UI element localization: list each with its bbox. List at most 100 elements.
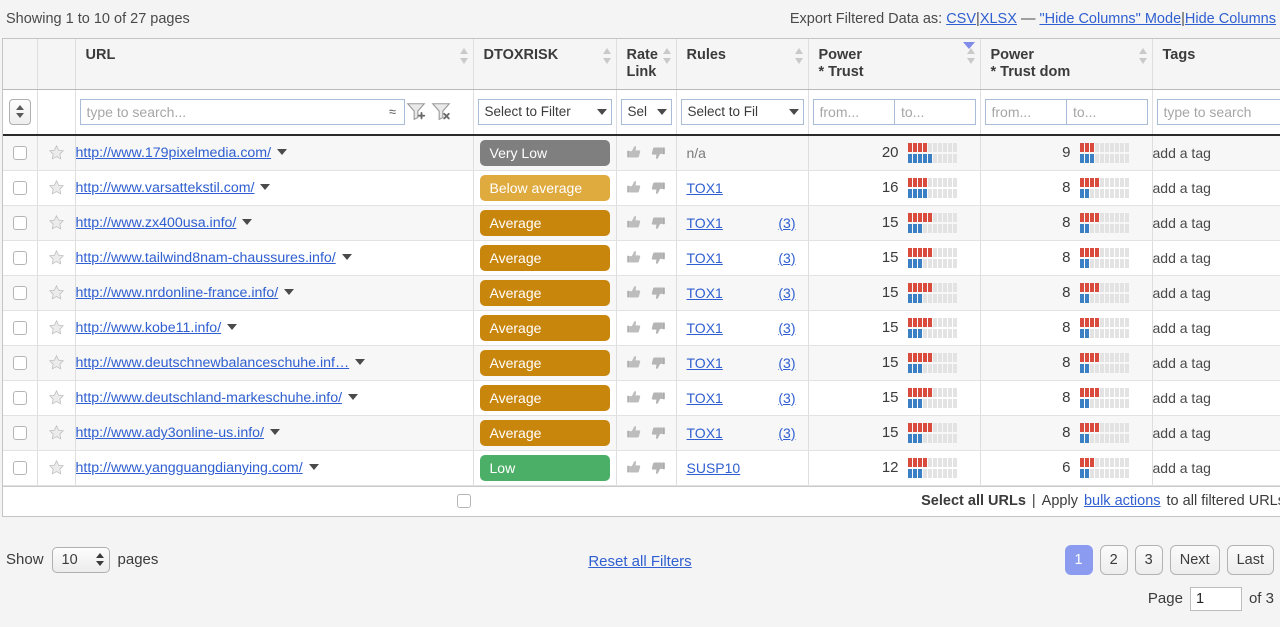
page-number-input[interactable] [1189, 586, 1242, 611]
favorite-star-icon[interactable] [48, 249, 65, 266]
tags-search-input[interactable] [1156, 98, 1280, 125]
thumbs-down-icon[interactable] [649, 459, 667, 476]
row-url-link[interactable]: http://www.zx400usa.info/ [76, 215, 237, 231]
row-checkbox[interactable] [12, 390, 27, 405]
dtoxrisk-badge[interactable]: Low [479, 454, 610, 481]
row-url-link[interactable]: http://www.kobe11.info/ [76, 320, 222, 336]
regex-toggle-icon[interactable]: ≈ [384, 99, 402, 125]
thumbs-up-icon[interactable] [625, 424, 643, 441]
rule-link[interactable]: TOX1 [687, 320, 723, 336]
favorite-star-icon[interactable] [48, 389, 65, 406]
row-checkbox[interactable] [12, 460, 27, 475]
row-tags-cell[interactable]: add a tag [1152, 380, 1280, 416]
sort-arrows-icon[interactable] [663, 48, 672, 64]
row-tags-cell[interactable]: add a tag [1152, 345, 1280, 381]
header-url[interactable]: URL [75, 39, 474, 90]
rule-count-link[interactable]: (3) [778, 285, 795, 301]
thumbs-up-icon[interactable] [625, 214, 643, 231]
row-checkbox[interactable] [12, 145, 27, 160]
rule-count-link[interactable]: (3) [778, 215, 795, 231]
rule-link[interactable]: SUSP10 [687, 460, 741, 476]
thumbs-down-icon[interactable] [649, 144, 667, 161]
rule-link[interactable]: TOX1 [687, 390, 723, 406]
favorite-star-icon[interactable] [48, 319, 65, 336]
header-rate-link[interactable]: Rate Link [616, 39, 677, 90]
row-checkbox[interactable] [12, 425, 27, 440]
favorite-star-icon[interactable] [48, 179, 65, 196]
sort-arrows-icon[interactable] [603, 48, 612, 64]
dtoxrisk-badge[interactable]: Average [479, 419, 610, 446]
row-tags-cell[interactable]: add a tag [1152, 450, 1280, 486]
thumbs-down-icon[interactable] [649, 179, 667, 196]
rate-link-filter-select[interactable]: Sel [620, 98, 672, 125]
favorite-star-icon[interactable] [48, 214, 65, 231]
url-menu-caret-icon[interactable] [277, 149, 288, 156]
dtoxrisk-badge[interactable]: Below average [479, 174, 610, 201]
url-menu-caret-icon[interactable] [227, 324, 238, 330]
dtoxrisk-filter-select[interactable]: Select to Filter [477, 98, 612, 125]
favorite-star-icon[interactable] [48, 424, 65, 441]
hide-columns-mode-link[interactable]: "Hide Columns" Mode [1039, 11, 1181, 27]
header-tags[interactable]: Tags [1152, 39, 1280, 90]
row-url-link[interactable]: http://www.179pixelmedia.com/ [76, 145, 272, 161]
dtoxrisk-badge[interactable]: Average [479, 384, 610, 411]
rule-count-link[interactable]: (3) [778, 355, 795, 371]
power-trust-dom-to-input[interactable] [1066, 98, 1148, 125]
export-csv-link[interactable]: CSV [946, 11, 976, 27]
favorite-star-icon[interactable] [48, 354, 65, 371]
url-menu-caret-icon[interactable] [308, 464, 319, 470]
pager-button-3[interactable]: 3 [1134, 544, 1163, 575]
row-url-link[interactable]: http://www.varsattekstil.com/ [76, 180, 255, 196]
row-tags-cell[interactable]: add a tag [1152, 275, 1280, 311]
header-power-trust-dom[interactable]: Power * Trust dom [962, 39, 1153, 90]
hide-columns-link[interactable]: Hide Columns [1185, 11, 1276, 27]
favorite-star-icon[interactable] [48, 284, 65, 301]
header-power-trust[interactable]: Power * Trust [808, 39, 981, 90]
thumbs-down-icon[interactable] [649, 389, 667, 406]
select-all-checkbox[interactable] [457, 494, 472, 508]
power-trust-to-input[interactable] [894, 98, 976, 125]
rule-count-link[interactable]: (3) [778, 250, 795, 266]
row-url-link[interactable]: http://www.nrdonline-france.info/ [76, 285, 279, 301]
rule-link[interactable]: TOX1 [687, 355, 723, 371]
rule-link[interactable]: TOX1 [687, 180, 723, 196]
row-checkbox[interactable] [12, 355, 27, 370]
rule-link[interactable]: TOX1 [687, 425, 723, 441]
thumbs-up-icon[interactable] [625, 459, 643, 476]
sort-arrows-icon[interactable] [1139, 48, 1148, 64]
url-menu-caret-icon[interactable] [269, 429, 280, 435]
sort-descending-active-icon[interactable] [962, 42, 975, 66]
dtoxrisk-badge[interactable]: Average [479, 314, 610, 341]
thumbs-up-icon[interactable] [625, 144, 643, 161]
power-trust-from-input[interactable] [812, 98, 894, 125]
url-search-input[interactable] [79, 98, 405, 125]
rule-link[interactable]: TOX1 [687, 250, 723, 266]
row-tags-cell[interactable]: add a tag [1152, 310, 1280, 346]
row-url-link[interactable]: http://www.deutschland-markeschuhe.info/ [76, 390, 343, 406]
row-checkbox[interactable] [12, 250, 27, 265]
dtoxrisk-badge[interactable]: Average [479, 279, 610, 306]
header-dtoxrisk[interactable]: DTOXRISK [473, 39, 617, 90]
row-url-link[interactable]: http://www.deutschnewbalanceschuhe.inf… [76, 355, 350, 371]
power-trust-dom-from-input[interactable] [984, 98, 1066, 125]
export-xlsx-link[interactable]: XLSX [980, 11, 1017, 27]
rule-link[interactable]: TOX1 [687, 285, 723, 301]
dtoxrisk-badge[interactable]: Average [479, 244, 610, 271]
url-menu-caret-icon[interactable] [341, 254, 352, 260]
row-order-spinner[interactable] [8, 98, 31, 125]
row-checkbox[interactable] [12, 215, 27, 230]
sort-arrows-icon[interactable] [460, 48, 469, 64]
url-menu-caret-icon[interactable] [348, 394, 359, 400]
thumbs-up-icon[interactable] [625, 284, 643, 301]
thumbs-up-icon[interactable] [625, 249, 643, 266]
pager-button-last[interactable]: Last [1226, 544, 1274, 575]
dtoxrisk-badge[interactable]: Very Low [479, 139, 610, 166]
pager-button-next[interactable]: Next [1169, 544, 1220, 575]
rule-count-link[interactable]: (3) [778, 390, 795, 406]
url-menu-caret-icon[interactable] [260, 184, 271, 190]
url-menu-caret-icon[interactable] [355, 359, 366, 365]
dtoxrisk-badge[interactable]: Average [479, 209, 610, 236]
row-tags-cell[interactable]: add a tag [1152, 170, 1280, 206]
thumbs-up-icon[interactable] [625, 354, 643, 371]
thumbs-down-icon[interactable] [649, 424, 667, 441]
